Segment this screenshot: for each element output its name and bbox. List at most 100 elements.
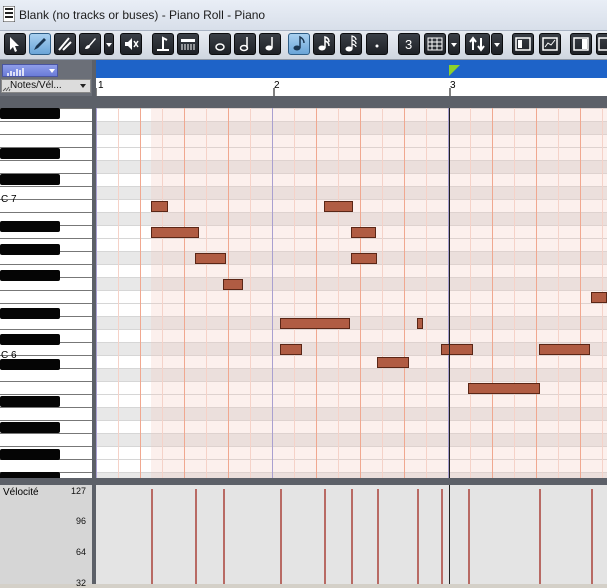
- brush-dropdown-button[interactable]: [104, 33, 114, 55]
- dotted-button[interactable]: [366, 33, 388, 55]
- grid-lines: [96, 108, 607, 478]
- piano-keys[interactable]: [0, 108, 92, 478]
- midi-note[interactable]: [351, 253, 377, 264]
- velocity-bar[interactable]: [324, 489, 326, 584]
- extra-toolbar-button[interactable]: [596, 33, 607, 55]
- quarter-note-icon: [265, 37, 273, 51]
- midi-note[interactable]: [151, 227, 199, 238]
- velocity-pane[interactable]: [96, 485, 607, 584]
- brush-icon: [85, 38, 96, 49]
- octave-label-c7: C 7: [1, 194, 17, 205]
- velocity-bar[interactable]: [351, 489, 353, 584]
- velocity-bar[interactable]: [151, 489, 153, 584]
- black-key[interactable]: [0, 148, 60, 159]
- controller-view-icon: [542, 37, 558, 51]
- velocity-bar[interactable]: [591, 489, 593, 584]
- velocity-bar[interactable]: [223, 489, 225, 584]
- velocity-bar[interactable]: [280, 489, 282, 584]
- snap-grid-button[interactable]: [424, 33, 446, 55]
- thirty-second-note-icon: [345, 35, 357, 52]
- midi-note[interactable]: [151, 201, 168, 212]
- black-key[interactable]: [0, 108, 60, 119]
- midi-note[interactable]: [324, 201, 353, 212]
- draw-tool-button[interactable]: [29, 33, 51, 55]
- black-key[interactable]: [0, 270, 60, 281]
- piano-keyboard[interactable]: [0, 108, 92, 478]
- edit-tool-button[interactable]: [54, 33, 76, 55]
- chevron-down-icon: [494, 43, 500, 47]
- velocity-tick-32: 32: [75, 578, 86, 588]
- mute-tool-button[interactable]: [120, 33, 142, 55]
- step-record-button[interactable]: [152, 33, 174, 55]
- midi-note[interactable]: [468, 383, 540, 394]
- playhead-marker-icon[interactable]: [449, 65, 461, 77]
- triplet-icon: 3: [405, 37, 412, 52]
- transpose-dropdown-button[interactable]: [491, 33, 503, 55]
- eighth-note-button[interactable]: [288, 33, 310, 55]
- midi-note[interactable]: [351, 227, 376, 238]
- black-key[interactable]: [0, 396, 60, 407]
- midi-note[interactable]: [280, 318, 350, 329]
- view-piano-button[interactable]: [512, 33, 534, 55]
- thirty-second-note-button[interactable]: [340, 33, 362, 55]
- velocity-bar[interactable]: [195, 489, 197, 584]
- black-key[interactable]: [0, 308, 60, 319]
- panel-icon: [598, 37, 607, 51]
- midi-note[interactable]: [280, 344, 302, 355]
- midi-note[interactable]: [539, 344, 590, 355]
- layout-icon: [573, 37, 589, 51]
- black-key[interactable]: [0, 174, 60, 185]
- select-tool-button[interactable]: [4, 33, 26, 55]
- drum-map-button[interactable]: [177, 33, 199, 55]
- chevron-down-icon: [106, 43, 112, 47]
- dot-icon: [375, 44, 379, 48]
- sixteenth-note-button[interactable]: [313, 33, 335, 55]
- playhead-line: [449, 485, 450, 584]
- edit-tool-icon: [58, 37, 72, 51]
- midi-note[interactable]: [223, 279, 243, 290]
- triplet-button[interactable]: 3: [398, 33, 420, 55]
- midi-note[interactable]: [441, 344, 473, 355]
- clip-region: [151, 108, 607, 478]
- velocity-bar[interactable]: [417, 489, 419, 584]
- black-key[interactable]: [0, 244, 60, 255]
- ruler-ticks: [96, 88, 451, 96]
- controller-pane-splitter[interactable]: [0, 478, 607, 485]
- velocity-bar[interactable]: [468, 489, 470, 584]
- velocity-bar[interactable]: [539, 489, 541, 584]
- black-key[interactable]: [0, 221, 60, 232]
- playhead-line: [449, 108, 450, 478]
- step-record-icon: [157, 36, 169, 51]
- half-note-button[interactable]: [234, 33, 256, 55]
- velocity-bars-icon: [7, 68, 55, 76]
- whole-note-icon: [215, 43, 225, 51]
- midi-note[interactable]: [377, 357, 409, 368]
- drum-map-icon: [181, 39, 195, 50]
- velocity-bar[interactable]: [441, 489, 443, 584]
- midi-note[interactable]: [195, 253, 226, 264]
- transpose-button[interactable]: [465, 33, 490, 55]
- layout-button[interactable]: [570, 33, 592, 55]
- velocity-scale: Vélocité 127 96 64 32: [0, 485, 92, 588]
- time-ruler-header[interactable]: [96, 60, 607, 78]
- eighth-note-icon: [293, 35, 305, 51]
- brush-tool-button[interactable]: [79, 33, 101, 55]
- controller-selector[interactable]: [2, 64, 58, 77]
- view-controller-button[interactable]: [539, 33, 561, 55]
- velocity-tick-127: 127: [70, 486, 86, 496]
- note-grid[interactable]: [96, 108, 607, 478]
- piano-roll-app-icon: [3, 6, 15, 22]
- whole-note-button[interactable]: [209, 33, 231, 55]
- mute-icon: [125, 38, 139, 50]
- select-arrow-icon: [10, 37, 19, 52]
- black-key[interactable]: [0, 334, 60, 345]
- midi-note[interactable]: [591, 292, 607, 303]
- midi-note[interactable]: [417, 318, 423, 329]
- quarter-note-button[interactable]: [259, 33, 281, 55]
- velocity-bar[interactable]: [377, 489, 379, 584]
- octave-label-c6: C 6: [1, 350, 17, 361]
- black-key[interactable]: [0, 449, 60, 460]
- black-key[interactable]: [0, 422, 60, 433]
- snap-dropdown-button[interactable]: [448, 33, 460, 55]
- controller-type-label: Notes/Vél...: [10, 80, 62, 91]
